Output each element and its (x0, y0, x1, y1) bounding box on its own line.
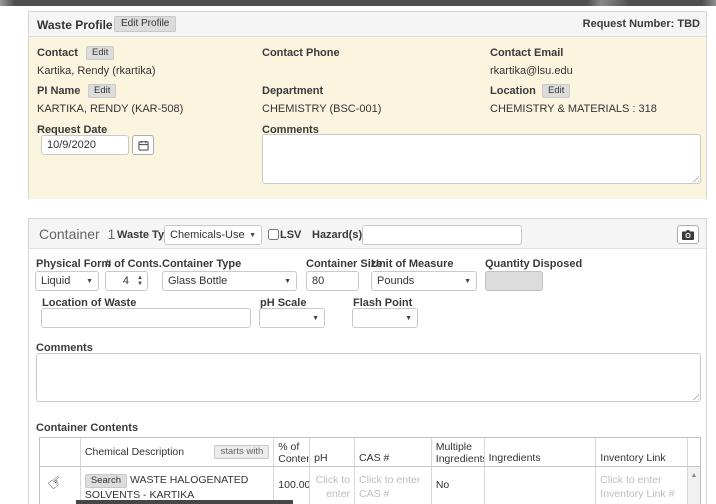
contact-value: Kartika, Rendy (rkartika) (37, 65, 156, 77)
contact-phone-label: Contact Phone (262, 47, 340, 59)
bottom-cutoff-line (76, 500, 293, 504)
location-of-waste-input[interactable] (41, 308, 251, 328)
department-value: CHEMISTRY (BSC-001) (262, 103, 381, 115)
ph-header: pH (309, 438, 354, 466)
pi-name-label: PI Name (37, 85, 80, 97)
percent-of-content-cell[interactable]: 100.00 (273, 467, 309, 504)
chemical-description-cell[interactable]: Search WASTE HALOGENATED SOLVENTS - KART… (80, 467, 273, 504)
calendar-icon (138, 140, 149, 151)
container-contents-title: Container Contents (36, 422, 138, 434)
flash-point-select[interactable]: ▼ (352, 308, 418, 328)
lsv-checkbox[interactable] (268, 229, 279, 240)
container-header: Container 1 Waste Type Chemicals-Used ▼ … (29, 219, 706, 249)
container-contents-table: Chemical Description starts with % of Co… (39, 437, 701, 504)
table-scrollbar[interactable]: ▲ (687, 467, 700, 504)
container-title-text: Container (39, 226, 100, 242)
waste-type-value: Chemicals-Used (170, 229, 245, 241)
request-number: Request Number: TBD (583, 18, 700, 30)
stepper-up-icon[interactable]: ▲ (137, 276, 143, 281)
location-value: CHEMISTRY & MATERIALS : 318 (490, 103, 657, 115)
multiple-ingredients-cell[interactable]: No (431, 467, 484, 504)
inventory-link-cell[interactable]: Click to enter Inventory Link # (595, 467, 687, 504)
search-button[interactable]: Search (85, 474, 127, 488)
starts-with-button[interactable]: starts with (214, 445, 269, 459)
browser-edge-strip (0, 0, 716, 6)
edit-location-button[interactable]: Edit (542, 84, 570, 98)
waste-profile-page: Waste Profile Edit Profile Request Numbe… (0, 0, 716, 504)
department-label: Department (262, 85, 323, 97)
num-of-conts-label: # of Conts. (105, 258, 162, 270)
waste-profile-panel: Waste Profile Edit Profile Request Numbe… (28, 11, 707, 199)
camera-button[interactable] (677, 225, 699, 244)
ingredients-cell[interactable] (484, 467, 596, 504)
ph-cell[interactable]: Click to enter pH (309, 467, 354, 504)
container-body: Physical Form # of Conts. Container Type… (29, 249, 706, 504)
edit-pi-button[interactable]: Edit (88, 84, 116, 98)
edit-contact-button[interactable]: Edit (86, 46, 114, 60)
waste-type-select[interactable]: Chemicals-Used ▼ (164, 225, 262, 245)
container-type-value: Glass Bottle (168, 275, 280, 287)
unit-of-measure-label: Unit of Measure (371, 258, 454, 270)
request-date-input[interactable] (41, 135, 129, 155)
container-title: Container 1 (39, 226, 115, 242)
stepper-down-icon[interactable]: ▼ (137, 282, 143, 287)
container-type-select[interactable]: Glass Bottle ▼ (162, 271, 297, 291)
cas-cell[interactable]: Click to enter CAS # (354, 467, 431, 504)
waste-profile-header: Waste Profile Edit Profile Request Numbe… (29, 12, 706, 37)
ingredients-header: Ingredients (484, 438, 596, 466)
multiple-ingredients-header: Multiple Ingredients (431, 438, 484, 466)
pointing-hand-icon[interactable]: ☞ (43, 470, 67, 495)
dropdown-arrow-icon: ▼ (464, 278, 471, 285)
location-label: Location (490, 85, 536, 97)
contents-table-header-row: Chemical Description starts with % of Co… (40, 438, 700, 467)
calendar-button[interactable] (132, 135, 154, 155)
quantity-disposed-input (485, 271, 543, 291)
dropdown-arrow-icon: ▼ (86, 278, 93, 285)
percent-of-content-header: % of Content (273, 438, 309, 466)
scrollbar-header-stub (687, 438, 700, 466)
container-size-input[interactable] (306, 271, 359, 291)
contact-email-label: Contact Email (490, 47, 563, 59)
unit-of-measure-select[interactable]: Pounds ▼ (371, 271, 477, 291)
lsv-label: LSV (280, 229, 301, 241)
row-selector-column-header (40, 438, 80, 466)
dropdown-arrow-icon: ▼ (405, 315, 412, 322)
container-panel: Container 1 Waste Type Chemicals-Used ▼ … (28, 218, 707, 504)
container-type-label: Container Type (162, 258, 241, 270)
hazards-input[interactable] (362, 225, 522, 245)
quantity-disposed-label: Quantity Disposed (485, 258, 582, 270)
container-number: 1 (107, 226, 115, 242)
edit-profile-button[interactable]: Edit Profile (114, 16, 176, 32)
container-comments-textarea[interactable] (36, 353, 701, 402)
num-of-conts-stepper[interactable]: 4 ▲ ▼ (105, 271, 148, 291)
page-title: Waste Profile (37, 18, 113, 32)
num-of-conts-value: 4 (106, 272, 133, 290)
dropdown-arrow-icon: ▼ (312, 315, 319, 322)
physical-form-value: Liquid (41, 275, 82, 287)
profile-details: Contact Edit Contact Phone Contact Email… (29, 37, 706, 199)
container-comments-wrap (36, 353, 701, 402)
physical-form-select[interactable]: Liquid ▼ (35, 271, 99, 291)
chemical-description-header-text: Chemical Description (85, 446, 184, 458)
unit-of-measure-value: Pounds (377, 275, 460, 287)
hazards-label: Hazard(s) (312, 229, 362, 241)
inventory-link-header: Inventory Link (595, 438, 687, 466)
dropdown-arrow-icon: ▼ (284, 278, 291, 285)
camera-icon (682, 230, 694, 240)
dropdown-arrow-icon: ▼ (249, 232, 256, 239)
chemical-description-header: Chemical Description starts with (80, 438, 273, 466)
contact-email-value: rkartika@lsu.edu (490, 65, 573, 77)
profile-comments-wrap (262, 134, 701, 184)
scroll-up-arrow-icon[interactable]: ▲ (691, 472, 698, 504)
physical-form-label: Physical Form (36, 258, 111, 270)
pi-name-value: KARTIKA, RENDY (KAR-508) (37, 103, 183, 115)
profile-comments-textarea[interactable] (262, 134, 701, 184)
contact-label: Contact (37, 47, 78, 59)
contents-table-row[interactable]: ☞ Search WASTE HALOGENATED SOLVENTS - KA… (40, 467, 700, 504)
row-selector-cell[interactable]: ☞ (40, 467, 80, 504)
cas-header: CAS # (354, 438, 431, 466)
ph-scale-select[interactable]: ▼ (259, 308, 325, 328)
